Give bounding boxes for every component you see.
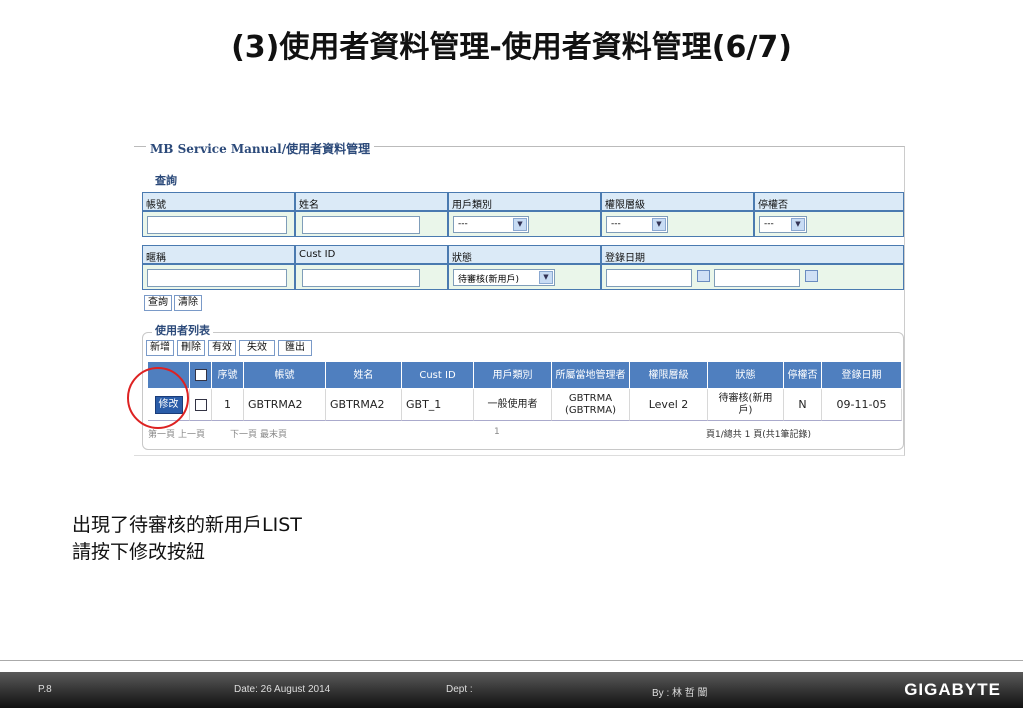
user-type-value: ---: [458, 219, 468, 229]
date-to-input[interactable]: [714, 269, 800, 287]
pager-last-link[interactable]: 最末頁: [260, 427, 287, 440]
pager-first-link[interactable]: 第一頁: [148, 427, 175, 440]
query-cell-suspended: --- ▼: [754, 211, 904, 237]
header-select-all: [190, 362, 212, 388]
row-seq: 1: [212, 389, 244, 421]
query-cell-login-date: [601, 264, 904, 290]
suspended-value: ---: [764, 219, 774, 229]
query-cell-status: 待審核(新用戶) ▼: [448, 264, 601, 290]
search-button[interactable]: 查詢: [144, 295, 172, 311]
row-user-type: 一般使用者: [474, 389, 552, 421]
app-title: MB Service Manual/使用者資料管理: [146, 140, 375, 157]
header-status: 狀態: [708, 362, 784, 388]
query-cell-account: [142, 211, 295, 237]
footer-by: By : 林 哲 闓: [652, 688, 708, 699]
chevron-down-icon: ▼: [513, 218, 527, 231]
status-select[interactable]: 待審核(新用戶) ▼: [453, 269, 555, 286]
query-section-label: 查詢: [152, 172, 180, 188]
select-all-checkbox[interactable]: [194, 369, 207, 381]
calendar-icon[interactable]: [805, 270, 818, 282]
slide-title: (3)使用者資料管理-使用者資料管理(6/7): [231, 30, 792, 65]
row-login-date: 09-11-05: [822, 389, 902, 421]
invalid-button[interactable]: 失效: [239, 340, 275, 356]
header-login-date: 登錄日期: [822, 362, 902, 388]
query-cell-name: [295, 211, 448, 237]
account-input[interactable]: [147, 216, 287, 234]
row-cust-id: GBT_1: [402, 389, 474, 421]
footer-page: P.8: [38, 684, 52, 695]
add-button[interactable]: 新增: [146, 340, 174, 356]
row-suspended: N: [784, 389, 822, 421]
query-header-nickname: 暱稱: [142, 245, 295, 264]
user-type-select[interactable]: --- ▼: [453, 216, 529, 233]
row-account: GBTRMA2: [244, 389, 326, 421]
instruction-line-1: 出現了待審核的新用戶LIST: [72, 514, 302, 536]
valid-button[interactable]: 有效: [208, 340, 236, 356]
header-manager: 所屬當地管理者: [552, 362, 630, 388]
row-name: GBTRMA2: [326, 389, 402, 421]
header-level: 權限層級: [630, 362, 708, 388]
query-header-user-type: 用戶類別: [448, 192, 601, 211]
row-manager: GBTRMA (GBTRMA): [552, 389, 630, 421]
pager-prev-link[interactable]: 上一頁: [178, 427, 205, 440]
name-input[interactable]: [302, 216, 420, 234]
list-section-label: 使用者列表: [152, 322, 213, 338]
query-cell-user-type: --- ▼: [448, 211, 601, 237]
suspended-select[interactable]: --- ▼: [759, 216, 807, 233]
footer-bar: P.8 Date: 26 August 2014 Dept : By : 林 哲…: [0, 672, 1023, 708]
row-checkbox[interactable]: [194, 398, 207, 411]
query-header-suspended: 停權否: [754, 192, 904, 211]
query-header-cust-id: Cust ID: [295, 245, 448, 264]
export-button[interactable]: 匯出: [278, 340, 312, 356]
row-checkbox-cell: [190, 389, 212, 421]
header-seq: 序號: [212, 362, 244, 388]
chevron-down-icon: ▼: [539, 271, 553, 284]
annotation-circle: [127, 367, 189, 429]
query-header-name: 姓名: [295, 192, 448, 211]
nickname-input[interactable]: [147, 269, 287, 287]
chevron-down-icon: ▼: [791, 218, 805, 231]
query-cell-level: --- ▼: [601, 211, 754, 237]
calendar-icon[interactable]: [697, 270, 710, 282]
query-cell-nickname: [142, 264, 295, 290]
header-cust-id: Cust ID: [402, 362, 474, 388]
footer-date: Date: 26 August 2014: [234, 684, 331, 695]
query-cell-cust-id: [295, 264, 448, 290]
query-header-status: 狀態: [448, 245, 601, 264]
level-select[interactable]: --- ▼: [606, 216, 668, 233]
header-user-type: 用戶類別: [474, 362, 552, 388]
header-name: 姓名: [326, 362, 402, 388]
query-header-login-date: 登錄日期: [601, 245, 904, 264]
pager-next-link[interactable]: 下一頁: [230, 427, 257, 440]
query-header-account: 帳號: [142, 192, 295, 211]
date-from-input[interactable]: [606, 269, 692, 287]
app-screenshot: MB Service Manual/使用者資料管理 查詢 帳號 姓名 用戶類別 …: [134, 140, 906, 456]
footer-divider: [0, 660, 1023, 661]
cust-id-input[interactable]: [302, 269, 420, 287]
level-value: ---: [611, 219, 621, 229]
footer-dept: Dept :: [446, 684, 473, 695]
delete-button[interactable]: 刪除: [177, 340, 205, 356]
header-suspended: 停權否: [784, 362, 822, 388]
instruction-line-2: 請按下修改按紐: [72, 541, 206, 563]
chevron-down-icon: ▼: [652, 218, 666, 231]
row-level: Level 2: [630, 389, 708, 421]
row-status: 待審核(新用戶): [708, 389, 784, 421]
clear-button[interactable]: 清除: [174, 295, 202, 311]
pager-page-number: 1: [494, 427, 500, 437]
pager-summary: 頁1/總共 1 頁(共1筆記錄): [706, 430, 811, 440]
gigabyte-logo: GIGABYTE: [904, 680, 1001, 699]
query-header-level: 權限層級: [601, 192, 754, 211]
status-value: 待審核(新用戶): [458, 275, 520, 285]
header-account: 帳號: [244, 362, 326, 388]
